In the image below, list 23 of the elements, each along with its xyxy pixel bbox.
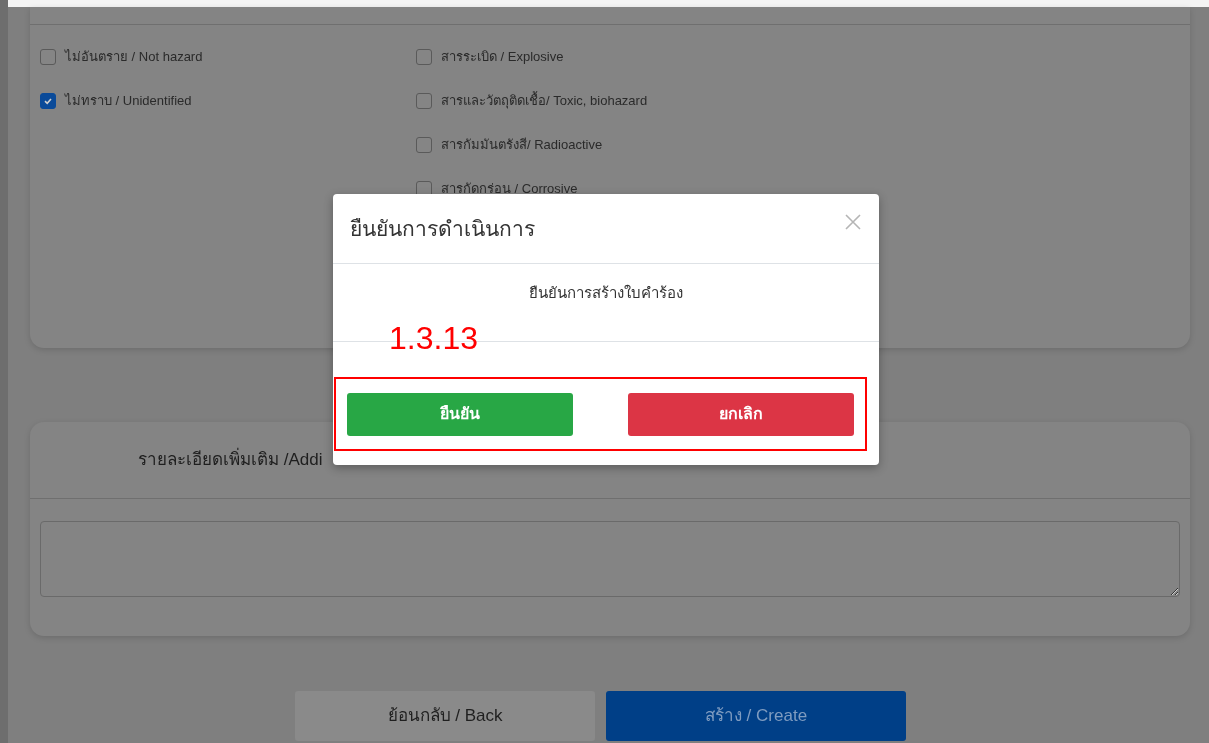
checkbox-label: ไม่อันตราย / Not hazard: [65, 48, 203, 67]
dialog-title: ยืนยันการดำเนินการ: [350, 215, 535, 242]
checkbox[interactable]: [416, 49, 432, 65]
checkbox-label: สารกัมมันตรังสี/ Radioactive: [441, 136, 603, 155]
checkbox-label: สารและวัตถุติดเชื้อ/ Toxic, biohazard: [441, 91, 648, 111]
close-button[interactable]: [843, 211, 863, 232]
back-button[interactable]: ย้อนกลับ / Back: [295, 691, 595, 741]
close-icon: [845, 213, 861, 230]
cancel-button[interactable]: ยกเลิก: [628, 392, 854, 436]
create-button[interactable]: สร้าง / Create: [606, 691, 906, 741]
checkbox[interactable]: [416, 137, 432, 153]
details-textarea[interactable]: [40, 521, 1180, 597]
checkbox-label: สารกัดกร่อน / Corrosive: [441, 180, 578, 199]
checkbox[interactable]: [40, 93, 56, 109]
details-label: รายละเอียดเพิ่มเติม /Addi: [138, 447, 323, 473]
checkbox[interactable]: [40, 49, 56, 65]
checkbox[interactable]: [416, 93, 432, 109]
dialog-message: ยืนยันการสร้างใบคำร้อง: [529, 283, 683, 303]
confirm-button[interactable]: ยืนยัน: [347, 392, 573, 436]
check-icon: [43, 96, 53, 106]
checkbox-label: สารระเบิด / Explosive: [441, 48, 564, 67]
checkbox-label: ไม่ทราบ / Unidentified: [65, 92, 192, 111]
annotation-label: 1.3.13: [389, 320, 478, 356]
